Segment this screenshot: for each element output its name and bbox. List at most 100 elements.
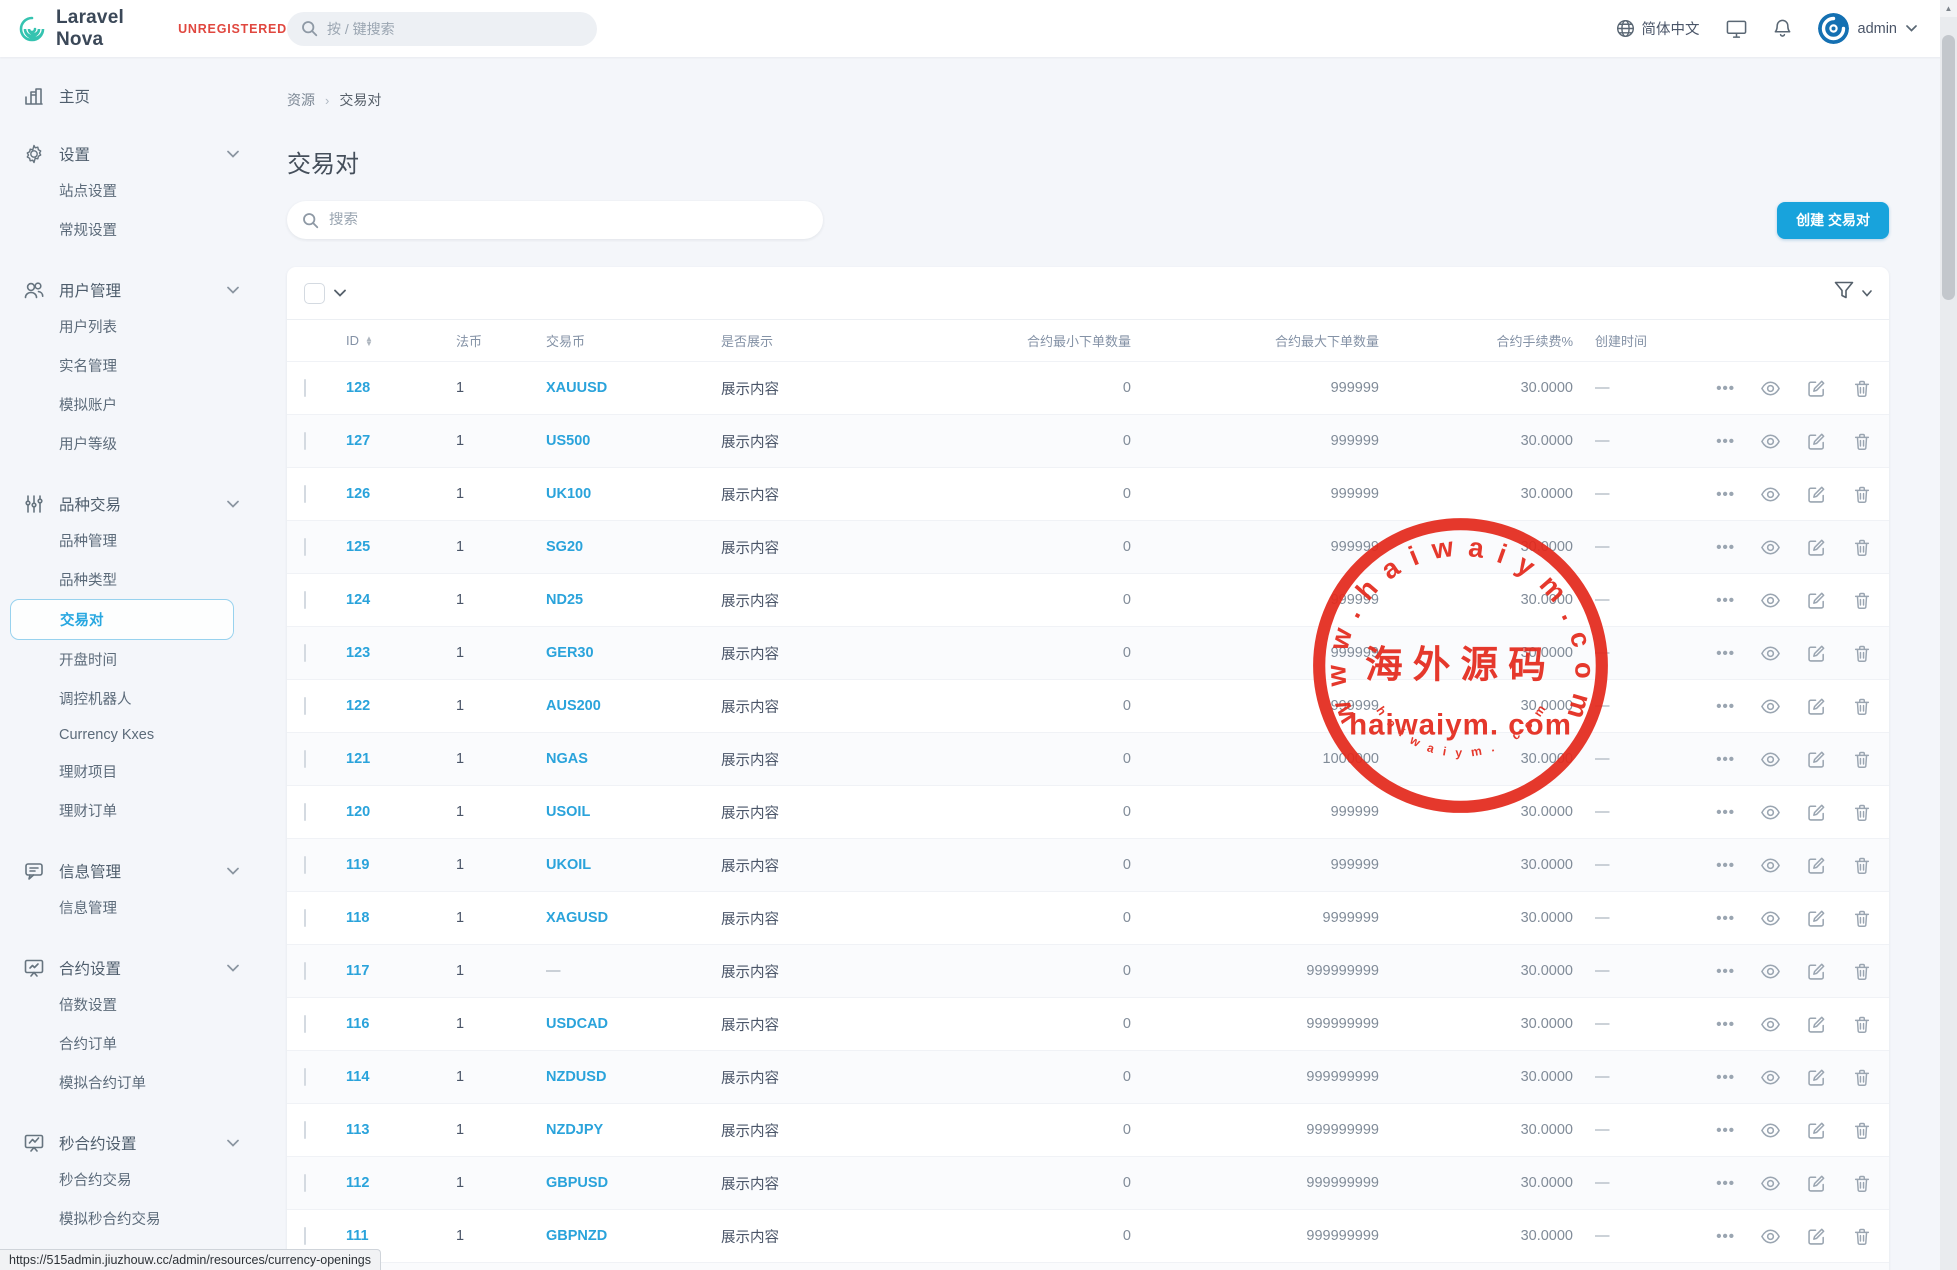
- coin-link[interactable]: ND25: [546, 592, 583, 608]
- table-row[interactable]: 112 1 GBPUSD 展示内容 0 999999999 30.0000 — …: [287, 1156, 1889, 1209]
- row-checkbox[interactable]: [304, 750, 306, 768]
- row-checkbox[interactable]: [304, 1121, 306, 1139]
- edit-icon[interactable]: [1806, 696, 1827, 717]
- sidebar-item-品种管理[interactable]: 品种管理: [22, 521, 287, 560]
- coin-link[interactable]: USOIL: [546, 804, 590, 820]
- select-all-checkbox[interactable]: [304, 283, 325, 304]
- delete-icon[interactable]: [1852, 1120, 1872, 1141]
- row-checkbox[interactable]: [304, 909, 306, 927]
- create-button[interactable]: 创建 交易对: [1777, 202, 1889, 239]
- scrollbar-thumb[interactable]: [1942, 35, 1955, 300]
- row-id-link[interactable]: 125: [346, 539, 370, 555]
- language-switcher[interactable]: 简体中文: [1616, 18, 1700, 39]
- row-id-link[interactable]: 117: [346, 963, 369, 979]
- row-id-link[interactable]: 112: [346, 1175, 369, 1191]
- sidebar-item-站点设置[interactable]: 站点设置: [22, 171, 287, 210]
- table-row[interactable]: 119 1 UKOIL 展示内容 0 999999 30.0000 — •••: [287, 838, 1889, 891]
- brand-zone[interactable]: Laravel Nova UNREGISTERED: [0, 7, 287, 51]
- row-checkbox[interactable]: [304, 803, 306, 821]
- sidebar-item-品种交易[interactable]: 品种交易: [22, 487, 287, 521]
- sidebar-item-实名管理[interactable]: 实名管理: [22, 346, 287, 385]
- coin-link[interactable]: GBPNZD: [546, 1228, 607, 1244]
- coin-link[interactable]: UK100: [546, 486, 591, 502]
- sidebar-item-理财订单[interactable]: 理财订单: [22, 791, 287, 830]
- global-search[interactable]: [287, 12, 597, 46]
- row-checkbox[interactable]: [304, 1015, 306, 1033]
- view-icon[interactable]: [1760, 378, 1781, 399]
- delete-icon[interactable]: [1852, 802, 1872, 823]
- sidebar-item-合约订单[interactable]: 合约订单: [22, 1024, 287, 1063]
- edit-icon[interactable]: [1806, 378, 1827, 399]
- row-id-link[interactable]: 121: [346, 751, 370, 767]
- sidebar-item-开盘时间[interactable]: 开盘时间: [22, 640, 287, 679]
- delete-icon[interactable]: [1852, 484, 1872, 505]
- edit-icon[interactable]: [1806, 643, 1827, 664]
- edit-icon[interactable]: [1806, 431, 1827, 452]
- view-icon[interactable]: [1760, 484, 1781, 505]
- delete-icon[interactable]: [1852, 431, 1872, 452]
- coin-link[interactable]: US500: [546, 433, 590, 449]
- row-menu-button[interactable]: •••: [1716, 380, 1735, 397]
- delete-icon[interactable]: [1852, 749, 1872, 770]
- coin-link[interactable]: UKOIL: [546, 857, 591, 873]
- delete-icon[interactable]: [1852, 378, 1872, 399]
- row-id-link[interactable]: 114: [346, 1069, 369, 1085]
- coin-link[interactable]: XAGUSD: [546, 910, 608, 926]
- sidebar-item-信息管理[interactable]: 信息管理: [22, 854, 287, 888]
- table-row[interactable]: 127 1 US500 展示内容 0 999999 30.0000 — •••: [287, 414, 1889, 467]
- view-icon[interactable]: [1760, 537, 1781, 558]
- sidebar-item-常规设置[interactable]: 常规设置: [22, 210, 287, 249]
- edit-icon[interactable]: [1806, 1226, 1827, 1247]
- delete-icon[interactable]: [1852, 1173, 1872, 1194]
- sidebar-item-理财项目[interactable]: 理财项目: [22, 752, 287, 791]
- coin-link[interactable]: XAUUSD: [546, 380, 607, 396]
- table-row[interactable]: 1 GBPJPY 展示内容 0 999999999 30.0000 — •••: [287, 1262, 1889, 1270]
- row-id-link[interactable]: 120: [346, 804, 370, 820]
- sidebar-item-合约设置[interactable]: 合约设置: [22, 951, 287, 985]
- row-id-link[interactable]: 123: [346, 645, 370, 661]
- breadcrumb-resources[interactable]: 资源: [287, 90, 315, 110]
- coin-link[interactable]: USDCAD: [546, 1016, 608, 1032]
- row-checkbox[interactable]: [304, 644, 306, 662]
- row-menu-button[interactable]: •••: [1716, 804, 1735, 821]
- view-icon[interactable]: [1760, 855, 1781, 876]
- row-checkbox[interactable]: [304, 591, 306, 609]
- delete-icon[interactable]: [1852, 1014, 1872, 1035]
- delete-icon[interactable]: [1852, 643, 1872, 664]
- view-icon[interactable]: [1760, 802, 1781, 823]
- sort-icon[interactable]: ▲▼: [365, 336, 373, 346]
- coin-link[interactable]: GER30: [546, 645, 594, 661]
- row-id-link[interactable]: 127: [346, 433, 370, 449]
- row-checkbox[interactable]: [304, 538, 306, 556]
- sidebar-item-信息管理[interactable]: 信息管理: [22, 888, 287, 927]
- filter-dropdown[interactable]: [1834, 281, 1872, 305]
- view-icon[interactable]: [1760, 1014, 1781, 1035]
- edit-icon[interactable]: [1806, 1067, 1827, 1088]
- view-icon[interactable]: [1760, 1120, 1781, 1141]
- coin-link[interactable]: NZDJPY: [546, 1122, 603, 1138]
- edit-icon[interactable]: [1806, 961, 1827, 982]
- sidebar-item-品种类型[interactable]: 品种类型: [22, 560, 287, 599]
- resource-search[interactable]: [287, 201, 823, 239]
- bell-icon[interactable]: [1773, 18, 1792, 39]
- table-row[interactable]: 123 1 GER30 展示内容 0 999999 30.0000 — •••: [287, 626, 1889, 679]
- edit-icon[interactable]: [1806, 802, 1827, 823]
- view-icon[interactable]: [1760, 961, 1781, 982]
- row-id-link[interactable]: 113: [346, 1122, 369, 1138]
- delete-icon[interactable]: [1852, 961, 1872, 982]
- delete-icon[interactable]: [1852, 1067, 1872, 1088]
- scroll-up-arrow-icon[interactable]: ▲: [1940, 0, 1957, 17]
- row-checkbox[interactable]: [304, 962, 306, 980]
- table-row[interactable]: 121 1 NGAS 展示内容 0 1000000 30.0000 — •••: [287, 732, 1889, 785]
- row-id-link[interactable]: 119: [346, 857, 369, 873]
- table-row[interactable]: 124 1 ND25 展示内容 0 999999 30.0000 — •••: [287, 573, 1889, 626]
- row-menu-button[interactable]: •••: [1716, 1069, 1735, 1086]
- column-header-id[interactable]: ID ▲▼: [346, 333, 456, 348]
- table-row[interactable]: 122 1 AUS200 展示内容 0 999999 30.0000 — •••: [287, 679, 1889, 732]
- table-row[interactable]: 128 1 XAUUSD 展示内容 0 999999 30.0000 — •••: [287, 361, 1889, 414]
- delete-icon[interactable]: [1852, 908, 1872, 929]
- table-row[interactable]: 114 1 NZDUSD 展示内容 0 999999999 30.0000 — …: [287, 1050, 1889, 1103]
- sidebar-item-用户列表[interactable]: 用户列表: [22, 307, 287, 346]
- sidebar-item-秒合约设置[interactable]: 秒合约设置: [22, 1126, 287, 1160]
- vertical-scrollbar[interactable]: ▲: [1940, 0, 1957, 1270]
